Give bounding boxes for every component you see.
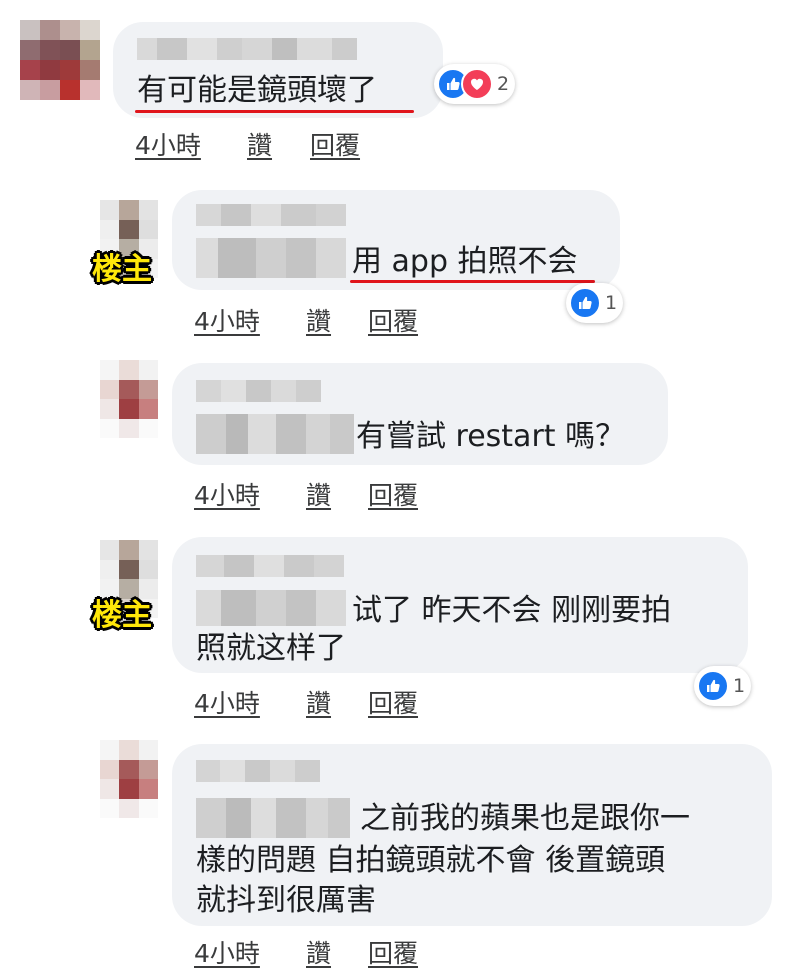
comment-time[interactable]: 4小時 bbox=[194, 302, 260, 338]
comment-text: 试了 昨天不会 刚刚要拍 bbox=[352, 593, 672, 628]
thumbs-up-icon bbox=[569, 287, 601, 319]
blurred-username bbox=[137, 38, 387, 60]
comment-text: 樣的問題 自拍鏡頭就不會 後置鏡頭 bbox=[196, 843, 666, 878]
blurred-username bbox=[196, 204, 346, 226]
heart-icon bbox=[461, 68, 493, 100]
owner-tag: 楼主 bbox=[92, 252, 152, 287]
reaction-count: 2 bbox=[497, 73, 510, 95]
reply-link[interactable]: 回覆 bbox=[368, 302, 418, 338]
highlight-underline bbox=[350, 280, 595, 283]
blurred-username bbox=[196, 380, 321, 402]
avatar[interactable] bbox=[100, 740, 158, 818]
comment-text: 有可能是鏡頭壞了 bbox=[137, 73, 377, 108]
like-link[interactable]: 讚 bbox=[306, 684, 331, 720]
owner-tag: 楼主 bbox=[92, 598, 152, 633]
thumbs-up-icon bbox=[697, 670, 729, 702]
comment-text: 就抖到很厲害 bbox=[196, 883, 376, 918]
like-link[interactable]: 讚 bbox=[306, 476, 331, 512]
blurred-username bbox=[196, 798, 350, 838]
reply-link[interactable]: 回覆 bbox=[368, 476, 418, 512]
comment-time[interactable]: 4小時 bbox=[194, 476, 260, 512]
avatar[interactable] bbox=[100, 360, 158, 438]
reaction-summary[interactable]: 1 bbox=[694, 666, 752, 706]
blurred-username bbox=[196, 414, 354, 454]
highlight-underline bbox=[135, 110, 414, 113]
like-link[interactable]: 讚 bbox=[306, 302, 331, 338]
reaction-summary[interactable]: 1 bbox=[566, 283, 624, 323]
comment-text: 照就这样了 bbox=[196, 631, 346, 666]
avatar[interactable] bbox=[20, 20, 100, 100]
reaction-count: 1 bbox=[733, 675, 746, 697]
reply-link[interactable]: 回覆 bbox=[368, 934, 418, 970]
reaction-summary[interactable]: 2 bbox=[434, 64, 516, 104]
reply-link[interactable]: 回覆 bbox=[310, 126, 360, 162]
reply-link[interactable]: 回覆 bbox=[368, 684, 418, 720]
comment-time[interactable]: 4小時 bbox=[194, 684, 260, 720]
comment-text: 用 app 拍照不会 bbox=[352, 244, 578, 279]
comment-time[interactable]: 4小時 bbox=[194, 934, 260, 970]
comment-text: 之前我的蘋果也是跟你一 bbox=[360, 801, 690, 836]
like-link[interactable]: 讚 bbox=[306, 934, 331, 970]
blurred-username bbox=[196, 590, 346, 626]
comment-text: 有嘗試 restart 嗎？ bbox=[356, 419, 626, 454]
like-link[interactable]: 讚 bbox=[247, 126, 272, 162]
blurred-username bbox=[196, 555, 344, 577]
blurred-username bbox=[196, 760, 320, 782]
comment-time[interactable]: 4小時 bbox=[135, 126, 201, 162]
reaction-count: 1 bbox=[605, 292, 618, 314]
blurred-username bbox=[196, 238, 346, 278]
